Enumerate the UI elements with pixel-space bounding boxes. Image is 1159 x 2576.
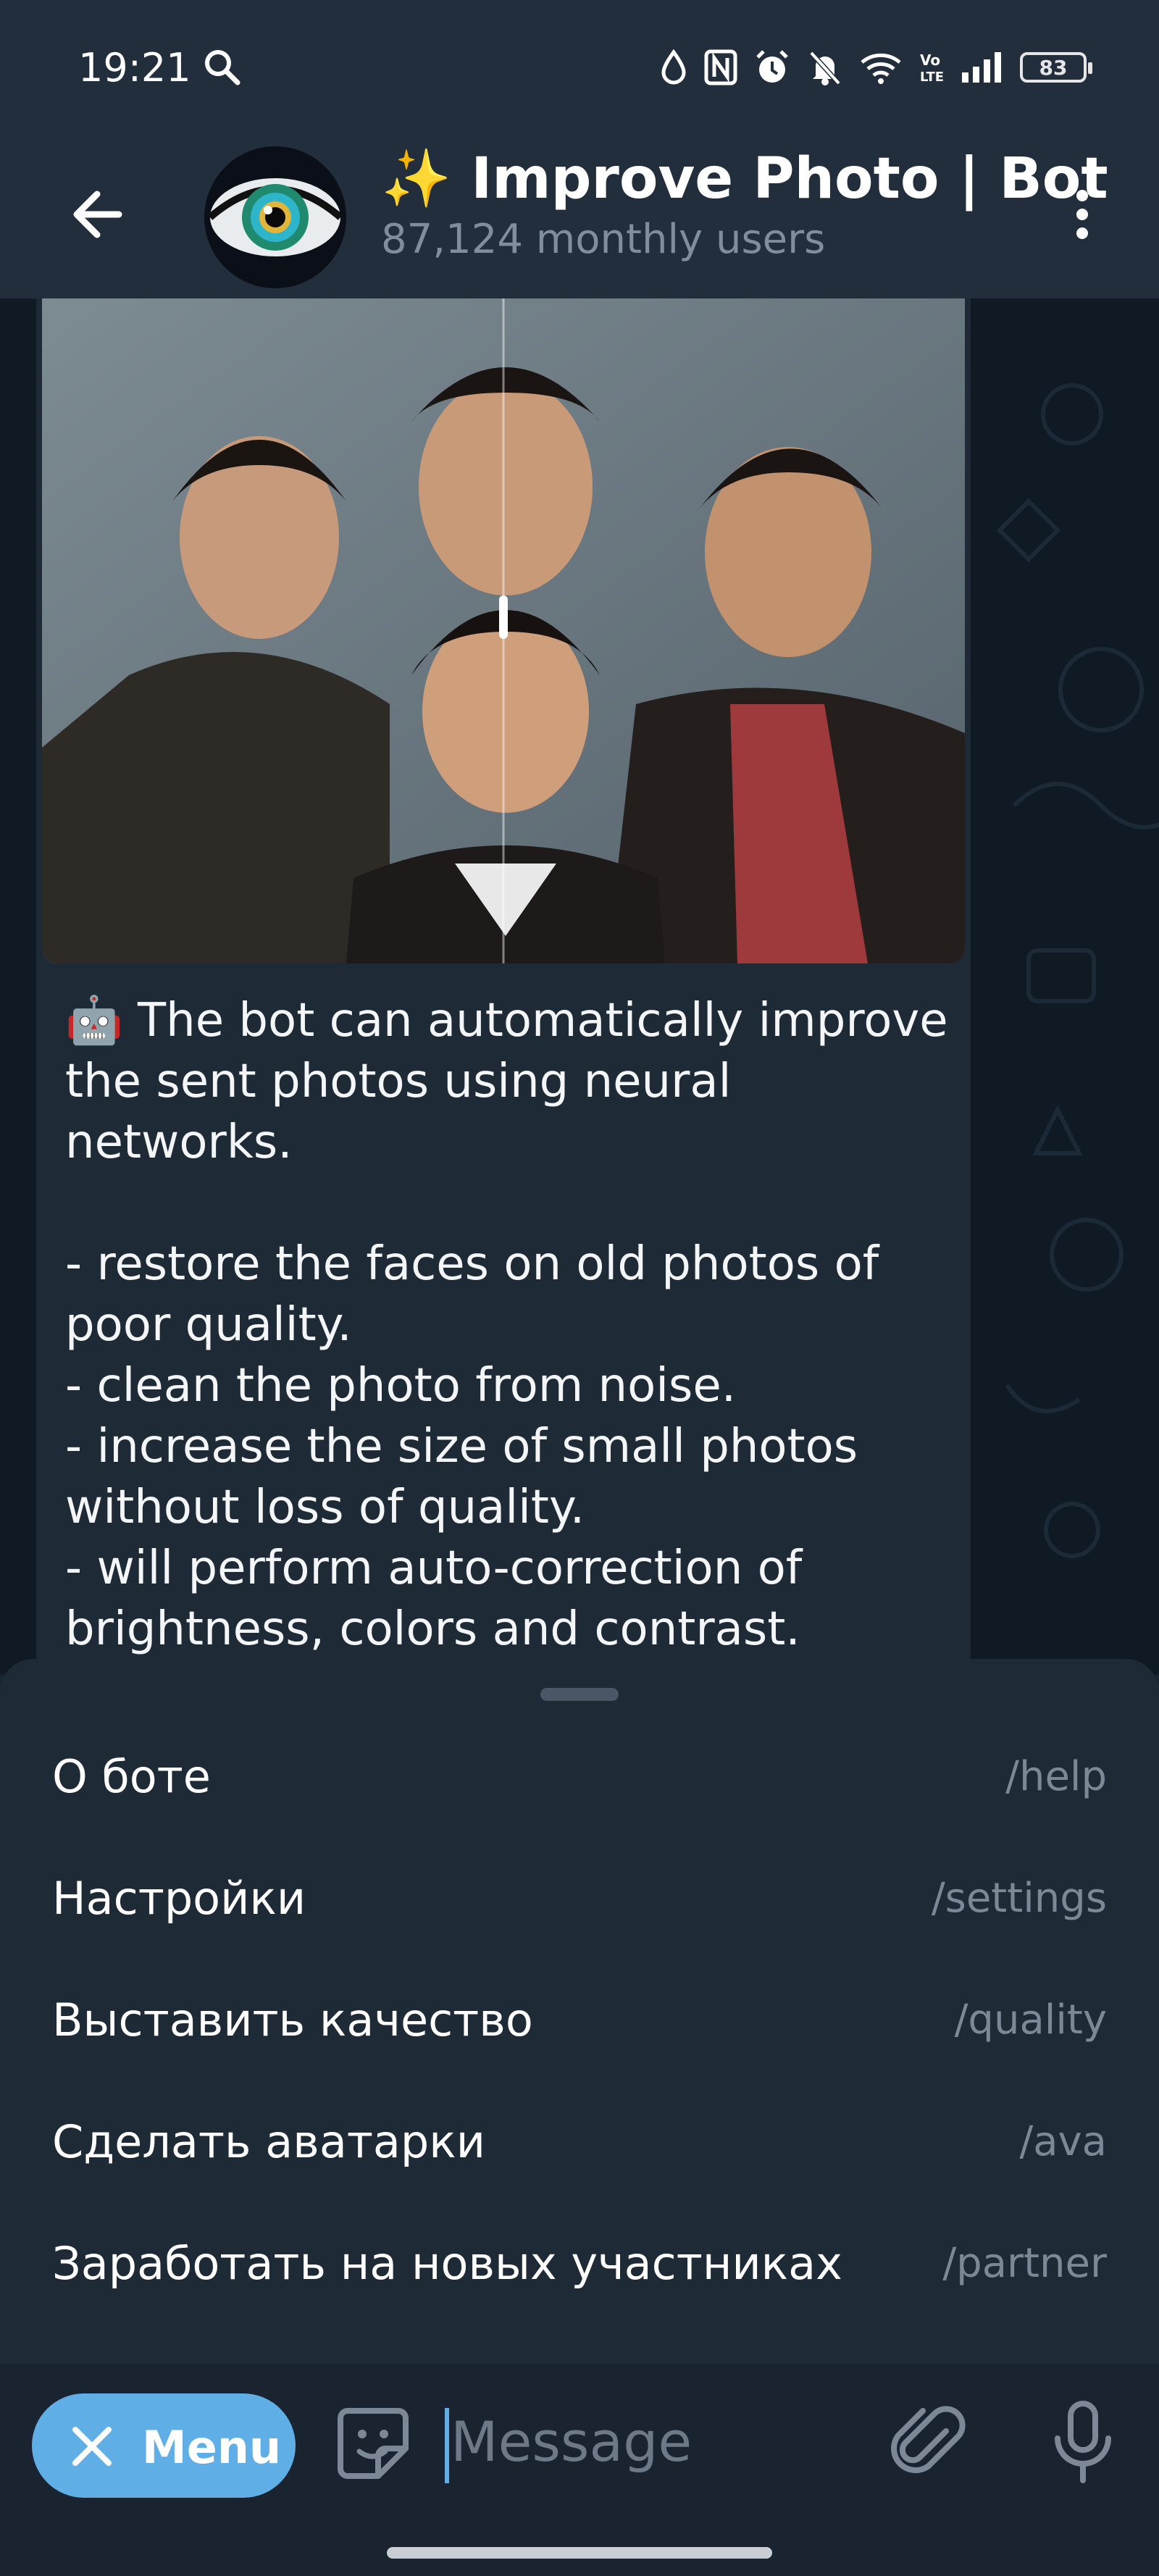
svg-text:LTE: LTE xyxy=(920,70,944,85)
bell-off-icon xyxy=(809,51,841,85)
signal-icon xyxy=(962,52,1001,83)
message-input-bar: Menu xyxy=(0,2364,1159,2509)
close-icon xyxy=(72,2427,112,2466)
chat-title[interactable]: ✨ Improve Photo | Bot xyxy=(381,146,1108,212)
command-label: Сделать аватарки xyxy=(52,2115,486,2168)
command-label: О боте xyxy=(52,1750,211,1803)
more-vertical-icon[interactable] xyxy=(1062,178,1102,251)
command-item-quality[interactable]: Выставить качество /quality xyxy=(0,1960,1159,2082)
comparison-photo[interactable] xyxy=(42,298,965,963)
command-label: Настройки xyxy=(52,1872,306,1925)
command-code: /settings xyxy=(931,1875,1107,1922)
command-item-help[interactable]: О боте /help xyxy=(0,1717,1159,1839)
arrow-left-icon[interactable] xyxy=(58,178,130,251)
command-item-settings[interactable]: Настройки /settings xyxy=(0,1839,1159,1960)
wifi-icon xyxy=(861,53,901,84)
battery-icon: 83 xyxy=(1020,52,1092,83)
command-code: /help xyxy=(1005,1753,1107,1800)
volte-icon: Vo LTE xyxy=(920,51,944,85)
menu-label: Menu xyxy=(142,2421,282,2474)
status-bar: 19:21 Vo LTE 83 xyxy=(0,0,1159,138)
bot-avatar[interactable] xyxy=(204,146,346,288)
command-item-ava[interactable]: Сделать аватарки /ava xyxy=(0,2082,1159,2204)
command-code: /quality xyxy=(954,1996,1107,2044)
home-gesture-handle[interactable] xyxy=(387,2547,772,2559)
svg-text:Vo: Vo xyxy=(920,51,940,69)
alarm-icon xyxy=(756,50,788,83)
drop-icon xyxy=(661,49,686,85)
message-bubble[interactable]: 🤖 The bot can automatically improve the … xyxy=(36,298,971,1675)
attach-icon[interactable] xyxy=(890,2402,969,2482)
command-label: Выставить качество xyxy=(52,1994,533,2046)
command-label: Заработать на новых участниках xyxy=(52,2237,842,2290)
sticker-icon[interactable] xyxy=(333,2404,413,2483)
battery-level: 83 xyxy=(1039,55,1068,80)
sheet-handle[interactable] xyxy=(540,1688,619,1701)
status-time: 19:21 xyxy=(78,45,191,91)
microphone-icon[interactable] xyxy=(1043,2398,1123,2485)
system-nav-bar xyxy=(0,2509,1159,2576)
chat-subtitle: 87,124 monthly users xyxy=(381,216,826,263)
search-icon xyxy=(205,50,240,85)
status-icons: Vo LTE 83 xyxy=(659,42,1092,93)
message-text: 🤖 The bot can automatically improve the … xyxy=(65,994,948,1656)
menu-button[interactable]: Menu xyxy=(32,2393,296,2498)
command-code: /partner xyxy=(942,2240,1107,2287)
text-cursor xyxy=(445,2408,449,2483)
message-input[interactable] xyxy=(451,2398,856,2485)
command-item-partner[interactable]: Заработать на новых участниках /partner xyxy=(0,2204,1159,2325)
command-code: /ava xyxy=(1019,2118,1107,2165)
chat-header: ✨ Improve Photo | Bot 87,124 monthly use… xyxy=(0,138,1159,298)
nfc-icon xyxy=(704,49,737,85)
